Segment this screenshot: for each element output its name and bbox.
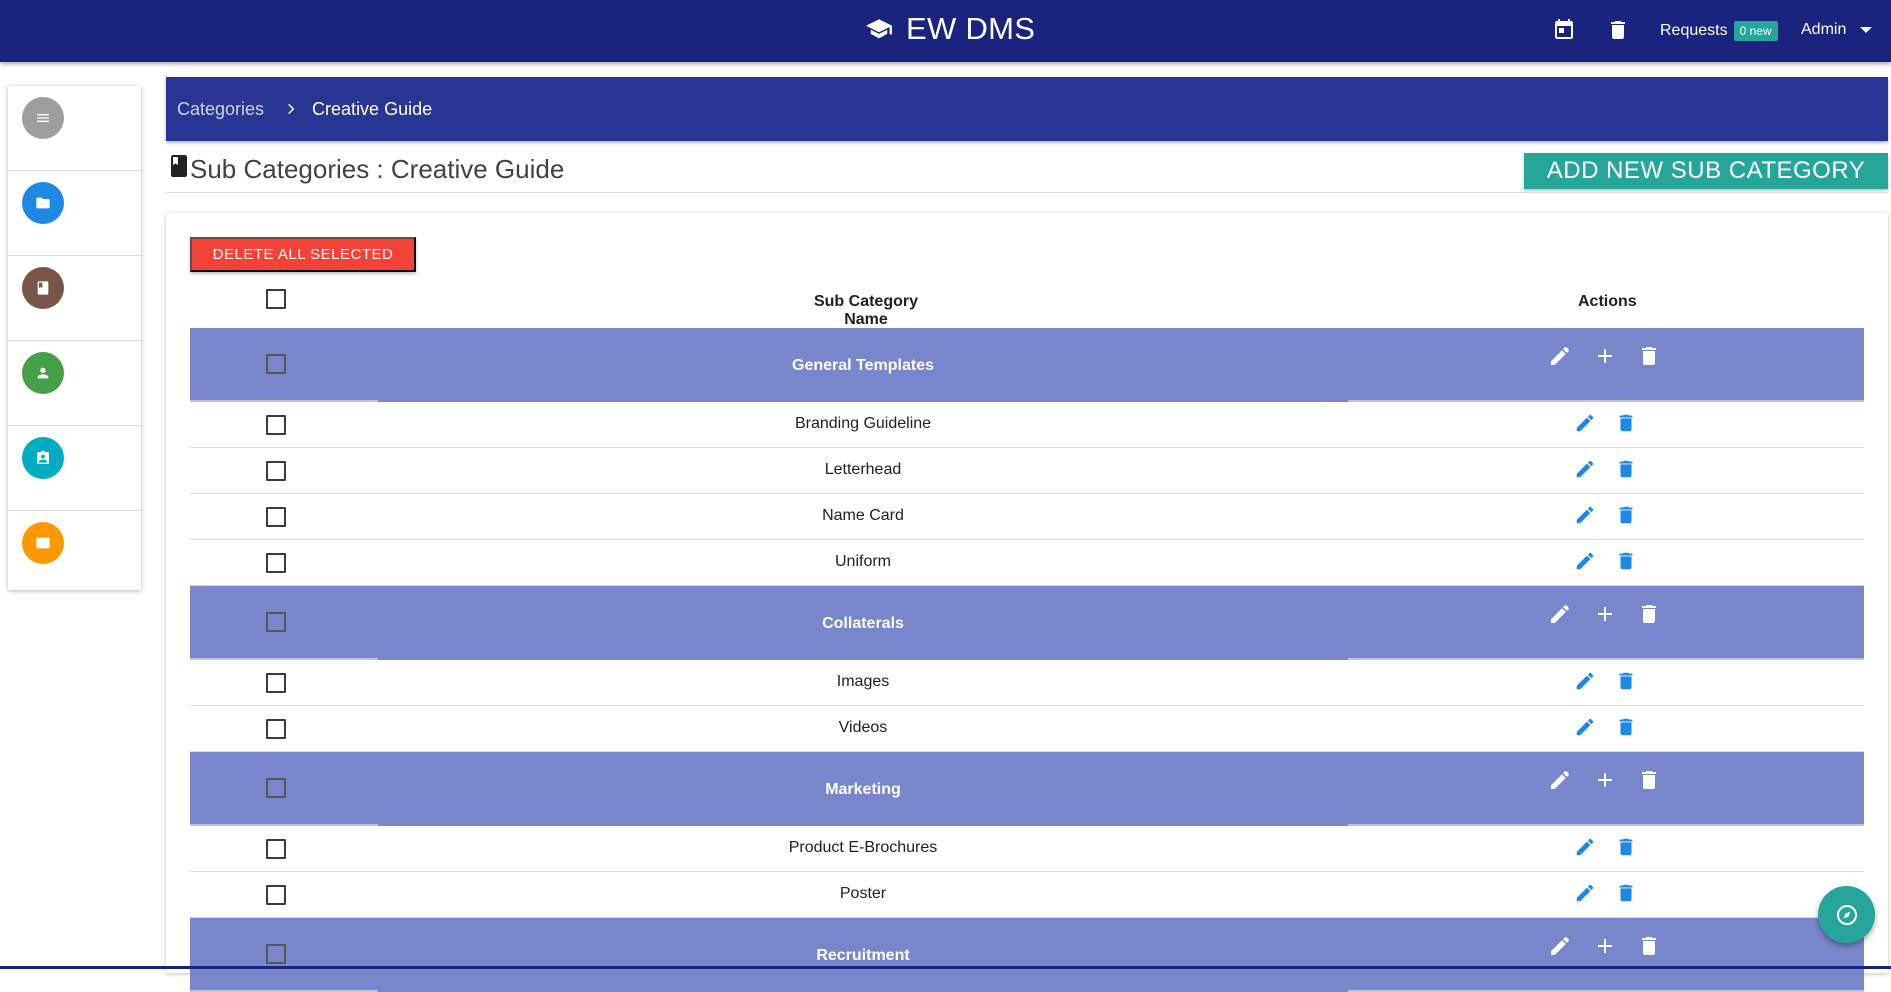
app-brand[interactable]: EW DMS: [866, 11, 1035, 47]
sidebar-item-menu[interactable]: [8, 86, 141, 171]
delete-icon[interactable]: [1615, 504, 1637, 526]
group-name: Collaterals: [822, 615, 904, 632]
group-name: General Templates: [792, 357, 934, 374]
page-title: Sub Categories : Creative Guide: [170, 154, 564, 185]
delete-icon[interactable]: [1615, 836, 1637, 858]
column-header-name: Sub Category Name: [813, 293, 918, 328]
sidebar: [8, 86, 141, 590]
sub-category-name: Letterhead: [824, 461, 902, 478]
edit-icon[interactable]: [1574, 504, 1596, 526]
menu-icon[interactable]: [22, 97, 64, 139]
requests-badge: 0 new: [1733, 21, 1778, 41]
delete-icon[interactable]: [1615, 670, 1637, 692]
edit-icon[interactable]: [1574, 458, 1596, 480]
app-title: EW DMS: [906, 11, 1036, 46]
card-icon[interactable]: [22, 522, 64, 564]
table-row: Product E-Brochures: [190, 826, 1864, 872]
calendar-icon[interactable]: [1552, 18, 1576, 42]
delete-icon[interactable]: [1615, 458, 1637, 480]
sidebar-item-categories[interactable]: [8, 256, 141, 341]
edit-icon[interactable]: [1574, 716, 1596, 738]
top-app-bar: EW DMS Requests 0 new Admin: [0, 0, 1891, 62]
add-icon[interactable]: [1593, 602, 1617, 626]
edit-icon[interactable]: [1548, 602, 1572, 626]
compass-fab-button[interactable]: [1818, 886, 1875, 943]
breadcrumb-current: Creative Guide: [312, 98, 433, 119]
group-row: General Templates: [190, 328, 1864, 402]
sub-category-name: Name Card: [822, 507, 904, 524]
edit-icon[interactable]: [1574, 670, 1596, 692]
sub-category-name: Branding Guideline: [794, 415, 932, 432]
trash-icon[interactable]: [1606, 18, 1630, 42]
delete-all-selected-button[interactable]: DELETE ALL SELECTED: [190, 237, 416, 272]
group-row: Marketing: [190, 752, 1864, 826]
delete-icon[interactable]: [1637, 934, 1661, 958]
edit-icon[interactable]: [1574, 836, 1596, 858]
group-name: Marketing: [825, 781, 901, 798]
add-icon[interactable]: [1593, 344, 1617, 368]
table-row: Poster: [190, 872, 1864, 918]
add-icon[interactable]: [1593, 934, 1617, 958]
delete-icon[interactable]: [1615, 412, 1637, 434]
contact-card-icon[interactable]: [22, 437, 64, 479]
add-icon[interactable]: [1593, 768, 1617, 792]
caret-down-icon: [1860, 27, 1873, 33]
group-row: Collaterals: [190, 586, 1864, 660]
sidebar-item-contacts[interactable]: [8, 426, 141, 511]
sub-category-name: Poster: [839, 885, 887, 902]
requests-label: Requests: [1660, 22, 1728, 39]
chevron-right-icon: [288, 103, 295, 115]
sidebar-item-users[interactable]: [8, 341, 141, 426]
sidebar-item-folders[interactable]: [8, 171, 141, 256]
page-title-text: Sub Categories : Creative Guide: [190, 154, 565, 184]
breadcrumb-categories[interactable]: Categories: [177, 99, 264, 120]
table-row: Letterhead: [190, 448, 1864, 494]
person-icon[interactable]: [22, 352, 64, 394]
delete-icon[interactable]: [1615, 882, 1637, 904]
table-body: General Templates Branding Guideline Lette…: [190, 328, 1864, 992]
admin-label: Admin: [1801, 21, 1847, 38]
delete-icon[interactable]: [1637, 602, 1661, 626]
table-row: Name Card: [190, 494, 1864, 540]
table-row: Branding Guideline: [190, 402, 1864, 448]
graduation-cap-icon: [866, 19, 892, 39]
group-row: Recruitment: [190, 918, 1864, 992]
admin-menu[interactable]: Admin: [1801, 21, 1873, 39]
delete-icon[interactable]: [1615, 550, 1637, 572]
column-header-actions: Actions: [1578, 293, 1637, 310]
edit-icon[interactable]: [1548, 934, 1572, 958]
table-row: Videos: [190, 706, 1864, 752]
table-row: Uniform: [190, 540, 1864, 586]
sub-category-name: Product E-Brochures: [788, 839, 938, 856]
book-icon: [171, 154, 187, 177]
edit-icon[interactable]: [1548, 768, 1572, 792]
book-icon[interactable]: [22, 267, 64, 309]
compass-icon: [1836, 904, 1857, 925]
edit-icon[interactable]: [1574, 550, 1596, 572]
edit-icon[interactable]: [1574, 882, 1596, 904]
table-row: Images: [190, 660, 1864, 706]
edit-icon[interactable]: [1548, 344, 1572, 368]
add-sub-category-button[interactable]: ADD NEW SUB CATEGORY: [1524, 153, 1888, 189]
sub-category-name: Uniform: [834, 553, 891, 570]
select-all-checkbox[interactable]: [266, 289, 286, 309]
delete-icon[interactable]: [1637, 344, 1661, 368]
sub-category-name: Images: [836, 673, 890, 690]
sub-category-name: Videos: [838, 719, 888, 736]
folder-icon[interactable]: [22, 182, 64, 224]
edit-icon[interactable]: [1574, 412, 1596, 434]
group-name: Recruitment: [816, 947, 910, 964]
delete-icon[interactable]: [1637, 768, 1661, 792]
table-header: Sub Category Name Actions: [190, 281, 1864, 328]
delete-icon[interactable]: [1615, 716, 1637, 738]
sidebar-item-cards[interactable]: [8, 511, 141, 595]
requests-link[interactable]: Requests 0 new: [1660, 21, 1778, 41]
divider: [166, 192, 1888, 193]
breadcrumb: Categories Creative Guide: [166, 77, 1888, 141]
